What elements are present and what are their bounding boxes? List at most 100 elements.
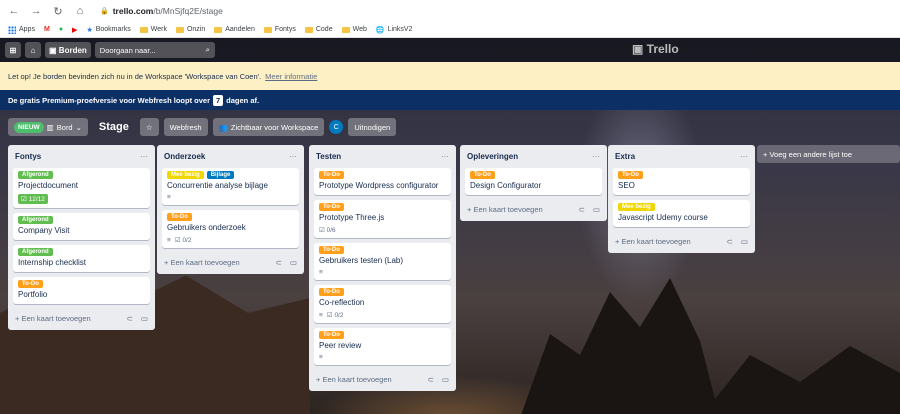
apps-menu-icon[interactable]: ⊞: [5, 42, 21, 58]
card-template-icon[interactable]: ▭: [741, 237, 748, 246]
address-bar[interactable]: 🔒 trello.com/b/MnSjfq2E/stage: [100, 6, 223, 16]
spotify-icon[interactable]: ●: [59, 26, 63, 33]
back-icon[interactable]: ←: [8, 5, 20, 17]
list-header[interactable]: Testen ···: [314, 149, 451, 163]
card-title: Portfolio: [18, 290, 48, 299]
more-icon[interactable]: ···: [289, 152, 297, 161]
bookmark-code[interactable]: Code: [304, 26, 333, 33]
search-input[interactable]: Doorgaan naar... ⌕: [94, 42, 215, 58]
list: Testen ··· To-Do Prototype Wordpress config…: [309, 145, 456, 391]
forward-icon[interactable]: →: [30, 5, 42, 17]
card-label[interactable]: To-Do: [319, 246, 344, 254]
boards-button[interactable]: ▣ Borden: [45, 42, 91, 58]
card-label[interactable]: Afgerond: [18, 171, 53, 179]
invite-button[interactable]: Uitnodigen: [348, 118, 397, 136]
list-header[interactable]: Extra ···: [613, 149, 750, 163]
card[interactable]: To-Do Portfolio: [13, 277, 150, 304]
card[interactable]: Afgerond Internship checklist: [13, 245, 150, 272]
add-card-button[interactable]: + Een kaart toevoegen ⊂ ▭: [162, 254, 299, 270]
more-info-link[interactable]: Meer informatie: [265, 72, 317, 81]
list-title[interactable]: Onderzoek: [164, 152, 205, 161]
description-icon: ≡: [167, 236, 171, 244]
card-template-icon[interactable]: ▭: [290, 258, 297, 267]
card-label[interactable]: Mee bezig: [618, 203, 655, 211]
card-title: Javascript Udemy course: [618, 213, 708, 222]
template-icon[interactable]: ⊂: [276, 258, 282, 267]
template-icon[interactable]: ⊂: [127, 314, 133, 323]
bookmark-linksv2[interactable]: 🌐 LinksV2: [376, 26, 413, 34]
template-icon[interactable]: ⊂: [428, 375, 434, 384]
card-template-icon[interactable]: ▭: [442, 375, 449, 384]
avatar[interactable]: C: [329, 120, 344, 134]
star-button[interactable]: ☆: [139, 118, 159, 136]
board-title[interactable]: Stage: [93, 121, 135, 133]
card-label[interactable]: To-Do: [167, 213, 192, 221]
bookmark-aandelen[interactable]: Aandelen: [214, 26, 255, 33]
star-icon: ★: [86, 26, 93, 34]
card-label[interactable]: To-Do: [618, 171, 643, 179]
star-icon: ☆: [145, 122, 153, 132]
card-label[interactable]: To-Do: [319, 203, 344, 211]
template-icon[interactable]: ⊂: [727, 237, 733, 246]
card[interactable]: Afgerond Company Visit: [13, 213, 150, 240]
card-label[interactable]: To-Do: [319, 331, 344, 339]
list-title[interactable]: Testen: [316, 152, 341, 161]
card[interactable]: To-Do Peer review ≡: [314, 328, 451, 365]
bookmark-werk[interactable]: Werk: [139, 26, 167, 33]
youtube-icon[interactable]: ▶: [72, 26, 77, 34]
card[interactable]: Mee bezig Bijlage Concurrentie analyse bij…: [162, 168, 299, 205]
card-label[interactable]: Afgerond: [18, 248, 53, 256]
bookmark-web[interactable]: Web: [341, 26, 367, 33]
card[interactable]: To-Do Prototype Three.js ☑ 0/6: [314, 200, 451, 238]
add-list-button[interactable]: + Voeg een andere lijst toe: [757, 145, 900, 163]
add-card-button[interactable]: + Een kaart toevoegen ⊂ ▭: [314, 371, 451, 387]
card[interactable]: To-Do Design Configurator: [465, 168, 602, 195]
list-title[interactable]: Extra: [615, 152, 635, 161]
card[interactable]: To-Do Gebruikers onderzoek ≡ ☑ 0/2: [162, 210, 299, 248]
more-icon[interactable]: ···: [740, 152, 748, 161]
bookmark-apps[interactable]: Apps: [8, 25, 35, 34]
chevron-down-icon: ⌄: [75, 122, 82, 132]
home-button[interactable]: ⌂: [25, 42, 41, 58]
checklist-badge: ☑ 12/12: [18, 194, 48, 204]
home-icon[interactable]: ⌂: [74, 5, 86, 17]
card-label[interactable]: Bijlage: [206, 171, 235, 179]
card-label[interactable]: Afgerond: [18, 216, 53, 224]
bookmark-onzin[interactable]: Onzin: [175, 26, 205, 33]
card-label[interactable]: To-Do: [470, 171, 495, 179]
list-header[interactable]: Fontys ···: [13, 149, 150, 163]
card-label[interactable]: Mee bezig: [167, 171, 204, 179]
trello-logo[interactable]: ▣ Trello: [632, 42, 679, 56]
card-label[interactable]: To-Do: [18, 280, 43, 288]
card-template-icon[interactable]: ▭: [593, 205, 600, 214]
card[interactable]: To-Do Gebruikers testen (Lab) ≡: [314, 243, 451, 280]
more-icon[interactable]: ···: [592, 152, 600, 161]
more-icon[interactable]: ···: [441, 152, 449, 161]
card[interactable]: To-Do SEO: [613, 168, 750, 195]
card-label[interactable]: To-Do: [319, 171, 344, 179]
card[interactable]: To-Do Co-reflection ≡ ☑ 0/2: [314, 285, 451, 323]
card[interactable]: To-Do Prototype Wordpress configurator: [314, 168, 451, 195]
visibility-button[interactable]: 👥 Zichtbaar voor Workspace: [212, 118, 325, 136]
board-view-switcher[interactable]: NIEUW ▥ Bord ⌄: [8, 118, 88, 136]
workspace-button[interactable]: Webfresh: [163, 118, 208, 136]
bookmark-bookmarks[interactable]: ★ Bookmarks: [86, 26, 130, 34]
card-title: Co-reflection: [319, 298, 365, 307]
gmail-icon[interactable]: M: [44, 26, 50, 33]
add-card-button[interactable]: + Een kaart toevoegen ⊂ ▭: [13, 310, 150, 326]
more-icon[interactable]: ···: [140, 152, 148, 161]
list-title[interactable]: Fontys: [15, 152, 41, 161]
card-template-icon[interactable]: ▭: [141, 314, 148, 323]
list-title[interactable]: Opleveringen: [467, 152, 518, 161]
bookmark-label: Werk: [150, 26, 167, 33]
list-header[interactable]: Onderzoek ···: [162, 149, 299, 163]
card[interactable]: Afgerond Projectdocument ☑ 12/12: [13, 168, 150, 208]
bookmark-fontys[interactable]: Fontys: [263, 26, 296, 33]
template-icon[interactable]: ⊂: [579, 205, 585, 214]
card-label[interactable]: To-Do: [319, 288, 344, 296]
card[interactable]: Mee bezig Javascript Udemy course: [613, 200, 750, 227]
add-card-button[interactable]: + Een kaart toevoegen ⊂ ▭: [613, 233, 750, 249]
add-card-button[interactable]: + Een kaart toevoegen ⊂ ▭: [465, 201, 602, 217]
list-header[interactable]: Opleveringen ···: [465, 149, 602, 163]
reload-icon[interactable]: ↻: [52, 5, 64, 18]
